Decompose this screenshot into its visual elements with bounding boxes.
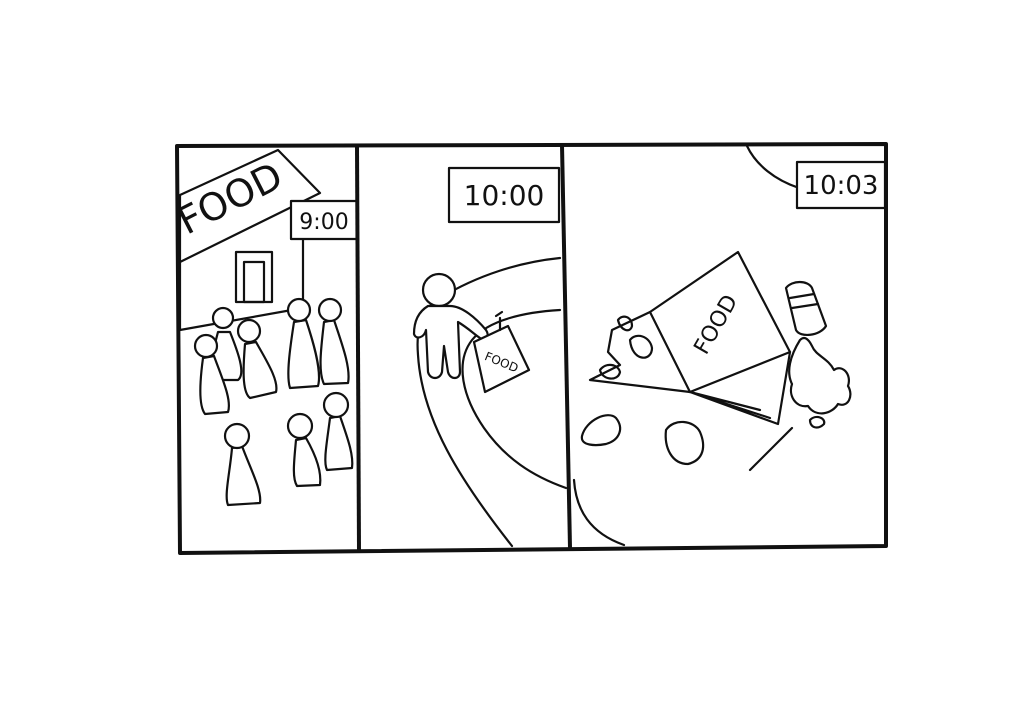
spilled-cup bbox=[784, 280, 852, 429]
person bbox=[286, 412, 322, 488]
ground-curve-bottom bbox=[572, 478, 626, 547]
person bbox=[317, 297, 350, 386]
food-blob bbox=[664, 420, 705, 466]
store-door bbox=[234, 250, 274, 304]
clock-10: 10:00 bbox=[447, 166, 561, 224]
divider-1 bbox=[355, 145, 361, 551]
clock-9: 9:00 bbox=[289, 199, 359, 241]
ground-curve-top bbox=[745, 144, 801, 190]
food-blob bbox=[580, 414, 622, 447]
panel-1: FOOD 9:00 bbox=[171, 148, 359, 507]
person bbox=[223, 422, 262, 507]
queue-people bbox=[193, 297, 354, 507]
clock-1003: 10:03 bbox=[795, 160, 887, 210]
comic-strip: FOOD 9:00 FOOD 10:00 FOOD 10:03 bbox=[171, 142, 888, 555]
person bbox=[286, 297, 321, 390]
food-bag: FOOD bbox=[472, 310, 531, 394]
clock-1003-text: 10:03 bbox=[804, 171, 879, 201]
clock-10-text: 10:00 bbox=[464, 179, 545, 212]
person bbox=[322, 391, 354, 472]
clock-9-text: 9:00 bbox=[299, 210, 348, 235]
person-with-bag bbox=[412, 272, 489, 380]
food-box: FOOD bbox=[588, 250, 792, 426]
panel-2: FOOD 10:00 bbox=[412, 166, 568, 548]
store-door-inner bbox=[242, 260, 266, 304]
straw bbox=[748, 426, 794, 472]
panel-3: FOOD 10:03 bbox=[572, 144, 887, 547]
person bbox=[236, 318, 278, 400]
